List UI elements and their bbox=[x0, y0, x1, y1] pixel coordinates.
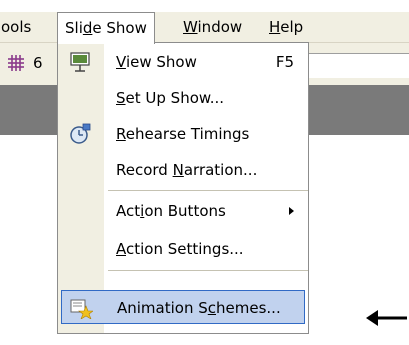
menu-item-animation-schemes[interactable]: Animation Schemes... bbox=[61, 290, 305, 324]
slide-show-projector-icon bbox=[70, 52, 90, 72]
menu-item-label: Rehearse Timings bbox=[116, 125, 250, 143]
slide-show-menu: View Show F5 Set Up Show... Rehearse Tim… bbox=[57, 42, 309, 334]
menu-item-view-show[interactable]: View Show F5 bbox=[58, 45, 308, 79]
submenu-arrow-icon bbox=[289, 207, 294, 215]
menu-help[interactable]: Help bbox=[262, 12, 310, 42]
menu-item-label: Action Buttons bbox=[116, 202, 226, 220]
menu-item-label: Set Up Show... bbox=[116, 89, 225, 107]
menu-slide-show[interactable]: Slide Show bbox=[57, 12, 155, 44]
animation-schemes-icon bbox=[70, 299, 93, 319]
menu-item-action-buttons[interactable]: Action Buttons bbox=[58, 194, 308, 228]
menu-item-record-narration[interactable]: Record Narration... bbox=[58, 153, 308, 187]
menu-separator bbox=[108, 190, 308, 191]
menu-item-label: Record Narration... bbox=[116, 161, 258, 179]
toolbar-value: 6 bbox=[33, 54, 43, 72]
stopwatch-icon bbox=[70, 123, 91, 144]
menu-item-label: View Show bbox=[116, 53, 197, 71]
shortcut-text: F5 bbox=[275, 53, 294, 71]
menu-tools[interactable]: ools bbox=[0, 12, 38, 42]
menu-item-label: Animation Schemes... bbox=[117, 299, 281, 317]
left-arrow-icon bbox=[366, 310, 407, 326]
menu-item-action-settings[interactable]: Action Settings... bbox=[58, 232, 308, 266]
menu-bar: ools Slide Show Window Help bbox=[0, 12, 409, 44]
menu-separator bbox=[108, 270, 308, 271]
menu-item-rehearse-timings[interactable]: Rehearse Timings bbox=[58, 117, 308, 151]
grid-icon[interactable] bbox=[6, 53, 26, 73]
menu-window[interactable]: Window bbox=[176, 12, 249, 42]
menu-item-set-up-show[interactable]: Set Up Show... bbox=[58, 81, 308, 115]
menu-item-label: Action Settings... bbox=[116, 240, 244, 258]
